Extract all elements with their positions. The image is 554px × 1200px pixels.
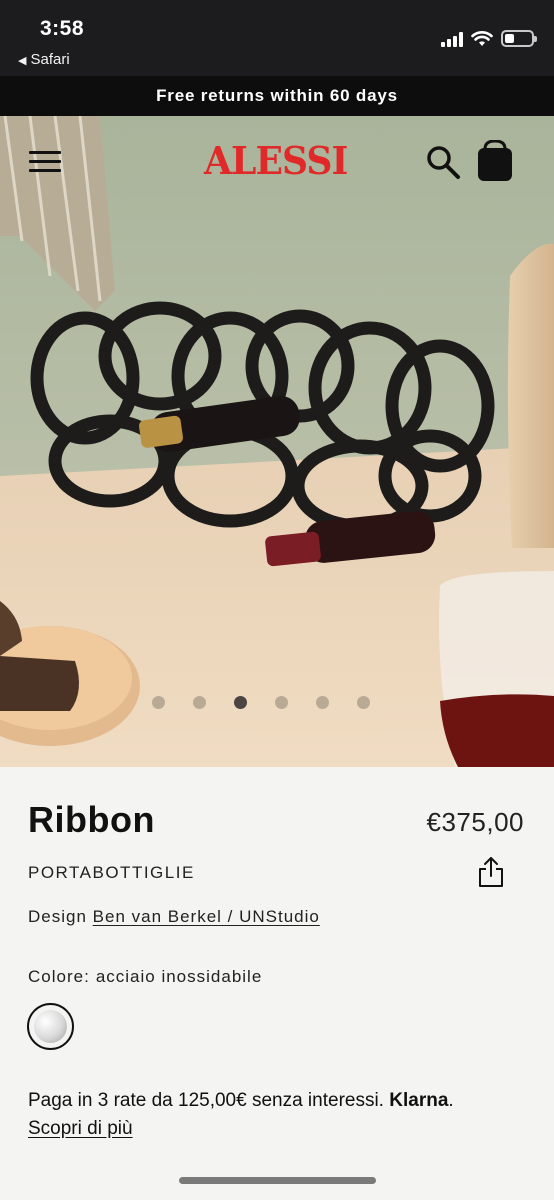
product-info: Ribbon €375,00 PORTABOTTIGLIE Design Ben…	[0, 767, 554, 1200]
bag-icon[interactable]	[476, 140, 514, 182]
design-label: Design	[28, 907, 87, 926]
product-price: €375,00	[426, 807, 524, 837]
carousel-dot-active[interactable]	[234, 696, 247, 709]
carousel-pagination	[152, 696, 370, 709]
home-indicator[interactable]	[179, 1177, 376, 1184]
color-value: acciaio inossidabile	[95, 967, 263, 986]
back-to-safari-link[interactable]: ◀ Safari	[18, 51, 70, 68]
status-time: 3:58	[40, 17, 85, 40]
klarna-brand-suffix: .	[448, 1090, 454, 1111]
search-icon[interactable]	[424, 143, 462, 181]
wifi-icon	[471, 31, 493, 46]
color-selector-label: Colore: acciaio inossidabile	[28, 967, 262, 987]
share-icon[interactable]	[476, 856, 506, 888]
klarna-text: Paga in 3 rate da 125,00€ senza interess…	[28, 1090, 384, 1111]
product-photo	[0, 116, 554, 767]
color-swatch-stainless-steel[interactable]	[27, 1003, 74, 1050]
carousel-dot[interactable]	[193, 696, 206, 709]
carousel-dot[interactable]	[275, 696, 288, 709]
back-app-label: Safari	[30, 51, 70, 68]
designer-link[interactable]: Ben van Berkel / UNStudio	[93, 907, 320, 926]
product-image-carousel[interactable]: ALESSI	[0, 116, 554, 767]
status-icons	[441, 30, 537, 47]
carousel-dot[interactable]	[316, 696, 329, 709]
cellular-signal-icon	[441, 31, 463, 47]
carousel-dot[interactable]	[357, 696, 370, 709]
design-credit: Design Ben van Berkel / UNStudio	[28, 907, 320, 927]
color-label: Colore:	[28, 967, 90, 986]
product-category: PORTABOTTIGLIE	[28, 863, 195, 882]
klarna-learn-more-link[interactable]: Scopri di più	[28, 1118, 133, 1139]
product-title: Ribbon	[28, 799, 155, 840]
brand-logo[interactable]: ALESSI	[204, 138, 348, 183]
menu-button[interactable]	[29, 151, 61, 173]
klarna-installments: Paga in 3 rate da 125,00€ senza interess…	[28, 1087, 528, 1143]
status-bar: 3:58 ◀ Safari	[0, 0, 554, 76]
promo-banner[interactable]: Free returns within 60 days	[0, 76, 554, 116]
klarna-brand: Klarna	[389, 1090, 449, 1111]
carousel-dot[interactable]	[152, 696, 165, 709]
battery-icon	[501, 30, 537, 47]
back-arrow-icon: ◀	[18, 55, 27, 67]
